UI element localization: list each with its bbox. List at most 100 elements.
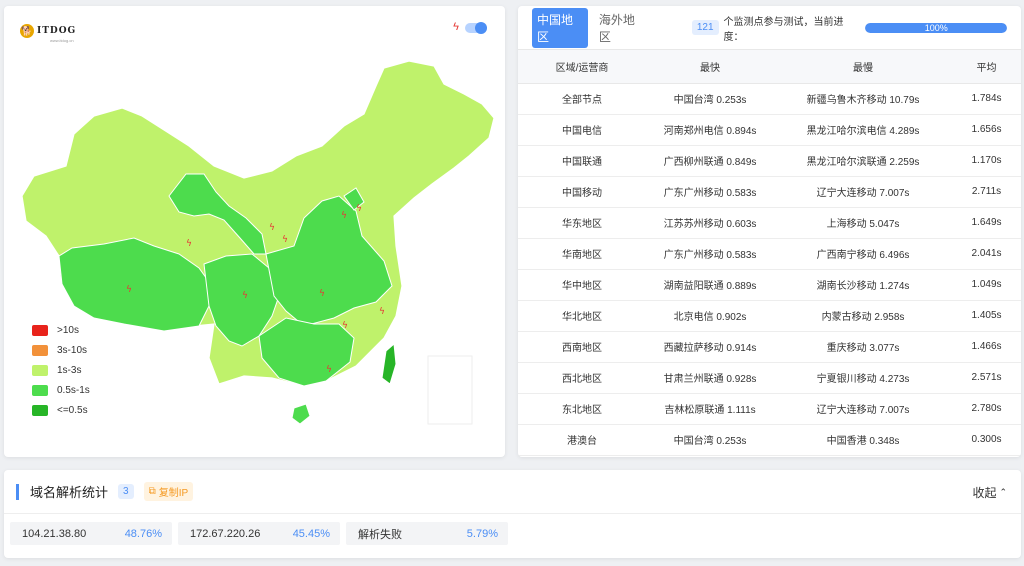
- dns-ip: 解析失败: [358, 528, 402, 541]
- node-marker: ϟ: [269, 223, 275, 233]
- node-marker: ϟ: [341, 211, 347, 221]
- column-header: 最慢: [774, 50, 952, 84]
- table-cell: 西南地区: [518, 331, 646, 363]
- table-cell: 1.170s: [952, 145, 1021, 177]
- table-cell: 港澳台: [518, 424, 646, 456]
- table-cell: 湖南益阳联通 0.889s: [646, 269, 774, 301]
- table-cell: 甘肃兰州联通 0.928s: [646, 362, 774, 394]
- table-cell: 中国电信: [518, 114, 646, 146]
- table-cell: 1.049s: [952, 269, 1021, 301]
- legend-item: <=0.5s: [32, 400, 90, 420]
- legend-swatch: [32, 364, 48, 376]
- table-cell: 中国香港 0.348s: [774, 424, 952, 456]
- table-cell: 河南郑州电信 0.894s: [646, 114, 774, 146]
- table-row: 中国移动 广东广州移动 0.583s 辽宁大连移动 7.007s 2.711s: [518, 176, 1021, 208]
- node-marker: ϟ: [379, 307, 385, 317]
- progress-bar: 100%: [865, 22, 1007, 33]
- table-cell: 1.466s: [952, 331, 1021, 363]
- table-cell: 1.656s: [952, 114, 1021, 146]
- progress-label: 100%: [924, 22, 948, 33]
- tab-overseas[interactable]: 海外地区: [594, 8, 650, 48]
- table-cell: 上海移动 5.047s: [774, 207, 952, 239]
- dns-item[interactable]: 104.21.38.80 48.76%: [10, 522, 172, 545]
- dns-item[interactable]: 解析失败 5.79%: [346, 522, 508, 545]
- table-cell: 中国台湾 0.253s: [646, 424, 774, 456]
- legend-item: 0.5s-1s: [32, 380, 90, 400]
- table-cell: 华中地区: [518, 269, 646, 301]
- dns-percent: 5.79%: [466, 527, 498, 540]
- dns-items: 104.21.38.80 48.76% 172.67.220.26 45.45% 解析失…: [4, 514, 1021, 545]
- legend-item: 1s-3s: [32, 360, 90, 380]
- dns-ip: 172.67.220.26: [190, 527, 261, 540]
- table-row: 港澳台 中国台湾 0.253s 中国香港 0.348s 0.300s: [518, 424, 1021, 456]
- table-cell: 2.041s: [952, 238, 1021, 270]
- copy-ip-label: 复制IP: [158, 488, 189, 499]
- legend-label: <=0.5s: [57, 404, 88, 416]
- table-cell: 广西柳州联通 0.849s: [646, 145, 774, 177]
- column-header: 平均: [952, 50, 1021, 84]
- legend-label: >10s: [57, 324, 79, 336]
- legend-swatch: [32, 324, 48, 336]
- node-marker: ϟ: [356, 204, 362, 214]
- dns-item[interactable]: 172.67.220.26 45.45%: [178, 522, 340, 545]
- table-cell: 内蒙古移动 2.958s: [774, 300, 952, 332]
- table-cell: 华南地区: [518, 238, 646, 270]
- column-header: 区域/运营商: [518, 50, 646, 84]
- node-marker: ϟ: [186, 239, 192, 249]
- node-marker: ϟ: [342, 321, 348, 331]
- table-header-row: 区域/运营商 最快 最慢 平均: [518, 50, 1021, 84]
- tab-china[interactable]: 中国地区: [532, 7, 588, 48]
- legend-swatch: [32, 344, 48, 356]
- table-row: 华东地区 江苏苏州移动 0.603s 上海移动 5.047s 1.649s: [518, 207, 1021, 239]
- table-cell: 中国联通: [518, 145, 646, 177]
- table-cell: 西北地区: [518, 362, 646, 394]
- results-card: 中国地区 海外地区 121 个监测点参与测试，当前进度： 100% 区域/运营商…: [518, 6, 1021, 457]
- chevron-up-icon: ⌃: [999, 487, 1007, 497]
- table-cell: 华东地区: [518, 207, 646, 239]
- table-cell: 广东广州移动 0.583s: [646, 176, 774, 208]
- node-marker: ϟ: [326, 365, 332, 375]
- table-cell: 吉林松原联通 1.111s: [646, 393, 774, 425]
- table-row: 全部节点 中国台湾 0.253s 新疆乌鲁木齐移动 10.79s 1.784s: [518, 83, 1021, 115]
- table-cell: 新疆乌鲁木齐移动 10.79s: [774, 83, 952, 115]
- table-cell: 黑龙江哈尔滨联通 2.259s: [774, 145, 952, 177]
- table-cell: 东北地区: [518, 393, 646, 425]
- table-cell: 北京电信 0.902s: [646, 300, 774, 332]
- table-cell: 全部节点: [518, 83, 646, 115]
- copy-ip-button[interactable]: ⧉ 复制IP: [143, 482, 194, 501]
- legend-item: 3s-10s: [32, 340, 90, 360]
- table-cell: 0.300s: [952, 424, 1021, 456]
- table-cell: 广西南宁移动 6.496s: [774, 238, 952, 270]
- legend-item: >10s: [32, 320, 90, 340]
- table-cell: 宁夏银川移动 4.273s: [774, 362, 952, 394]
- table-cell: 2.711s: [952, 176, 1021, 208]
- legend-label: 1s-3s: [57, 364, 82, 376]
- node-count-badge: 121: [691, 20, 719, 35]
- table-cell: 江苏苏州移动 0.603s: [646, 207, 774, 239]
- table-cell: 1.405s: [952, 300, 1021, 332]
- collapse-button[interactable]: 收起 ⌃: [972, 484, 1007, 501]
- table-cell: 1.784s: [952, 83, 1021, 115]
- region-taiwan: [381, 342, 397, 385]
- dns-header: 域名解析统计 3 ⧉ 复制IP 收起 ⌃: [4, 470, 1021, 514]
- map-card: 🐕 ITDOG www.itdog.cn ϟ ϟ ϟ ϟ ϟ ϟ ϟ ϟ ϟ ϟ…: [4, 6, 505, 457]
- table-cell: 华北地区: [518, 300, 646, 332]
- table-row: 中国联通 广西柳州联通 0.849s 黑龙江哈尔滨联通 2.259s 1.170s: [518, 145, 1021, 177]
- dns-percent: 48.76%: [124, 527, 162, 540]
- node-marker: ϟ: [242, 291, 248, 301]
- table-cell: 西藏拉萨移动 0.914s: [646, 331, 774, 363]
- node-marker: ϟ: [319, 289, 325, 299]
- table-cell: 重庆移动 3.077s: [774, 331, 952, 363]
- dns-count-badge: 3: [118, 484, 134, 499]
- table-cell: 辽宁大连移动 7.007s: [774, 393, 952, 425]
- table-cell: 2.780s: [952, 393, 1021, 425]
- table-row: 西北地区 甘肃兰州联通 0.928s 宁夏银川移动 4.273s 2.571s: [518, 362, 1021, 394]
- column-header: 最快: [646, 50, 774, 84]
- dns-percent: 45.45%: [292, 527, 330, 540]
- table-row: 华中地区 湖南益阳联通 0.889s 湖南长沙移动 1.274s 1.049s: [518, 269, 1021, 301]
- table-row: 中国电信 河南郑州电信 0.894s 黑龙江哈尔滨电信 4.289s 1.656s: [518, 114, 1021, 146]
- table-cell: 广东广州移动 0.583s: [646, 238, 774, 270]
- progress-text: 个监测点参与测试，当前进度：: [723, 16, 844, 43]
- results-table: 区域/运营商 最快 最慢 平均 全部节点 中国台湾 0.253s 新疆乌鲁木齐移动 …: [518, 50, 1021, 456]
- node-marker: ϟ: [282, 235, 288, 245]
